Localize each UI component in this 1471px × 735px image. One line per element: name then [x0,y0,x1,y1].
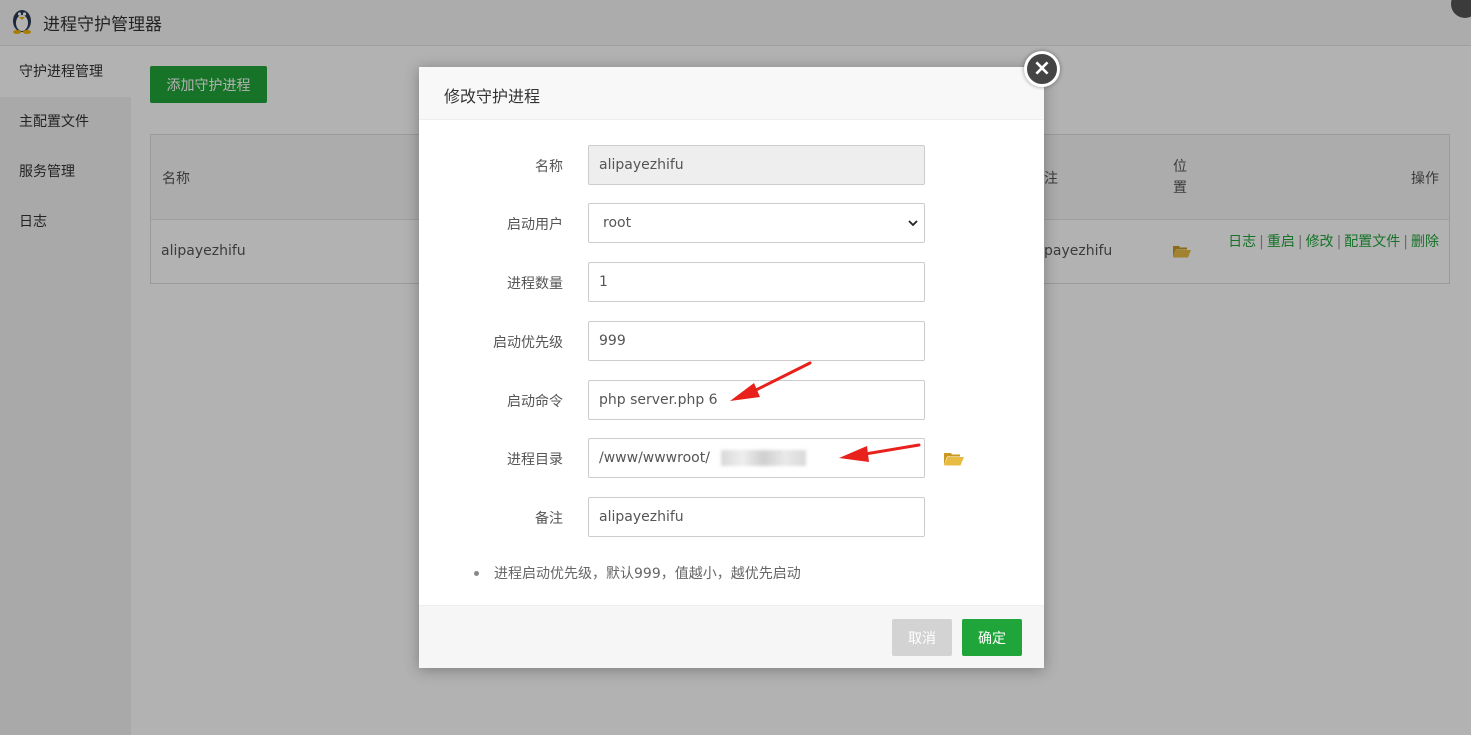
user-select-value: root [603,215,632,231]
dialog-header: 修改守护进程 [419,67,1044,120]
dialog-footer: 取消 确定 [419,605,1044,668]
field-name-row: 名称 [419,145,1044,185]
dialog-title: 修改守护进程 [444,87,541,106]
annotation-arrow-icon [839,443,921,462]
annotation-arrow-icon [730,361,812,401]
field-user-row: 启动用户 root [419,203,1044,243]
field-note-row: 备注 [419,497,1044,537]
field-priority-label: 启动优先级 [493,335,563,351]
name-input[interactable] [588,145,925,185]
cancel-button[interactable]: 取消 [892,619,952,656]
process-count-input[interactable] [588,262,925,302]
priority-tip-text: 进程启动优先级，默认999，值越小，越优先启动 [494,566,801,582]
priority-tip: 进程启动优先级，默认999，值越小，越优先启动 [474,563,801,583]
field-count-row: 进程数量 [419,262,1044,302]
close-icon[interactable]: × [1024,51,1060,87]
folder-open-icon[interactable] [944,452,964,466]
redaction-blur [721,450,806,466]
field-command-label: 启动命令 [507,394,563,410]
chevron-down-icon [908,220,918,227]
note-input[interactable] [588,497,925,537]
field-count-label: 进程数量 [507,276,563,292]
field-directory-label: 进程目录 [507,452,563,468]
field-user-label: 启动用户 [507,217,563,233]
field-note-label: 备注 [535,511,563,527]
field-name-label: 名称 [535,159,563,175]
confirm-button[interactable]: 确定 [962,619,1022,656]
user-select[interactable]: root [588,203,925,243]
bullet-icon [474,570,479,576]
